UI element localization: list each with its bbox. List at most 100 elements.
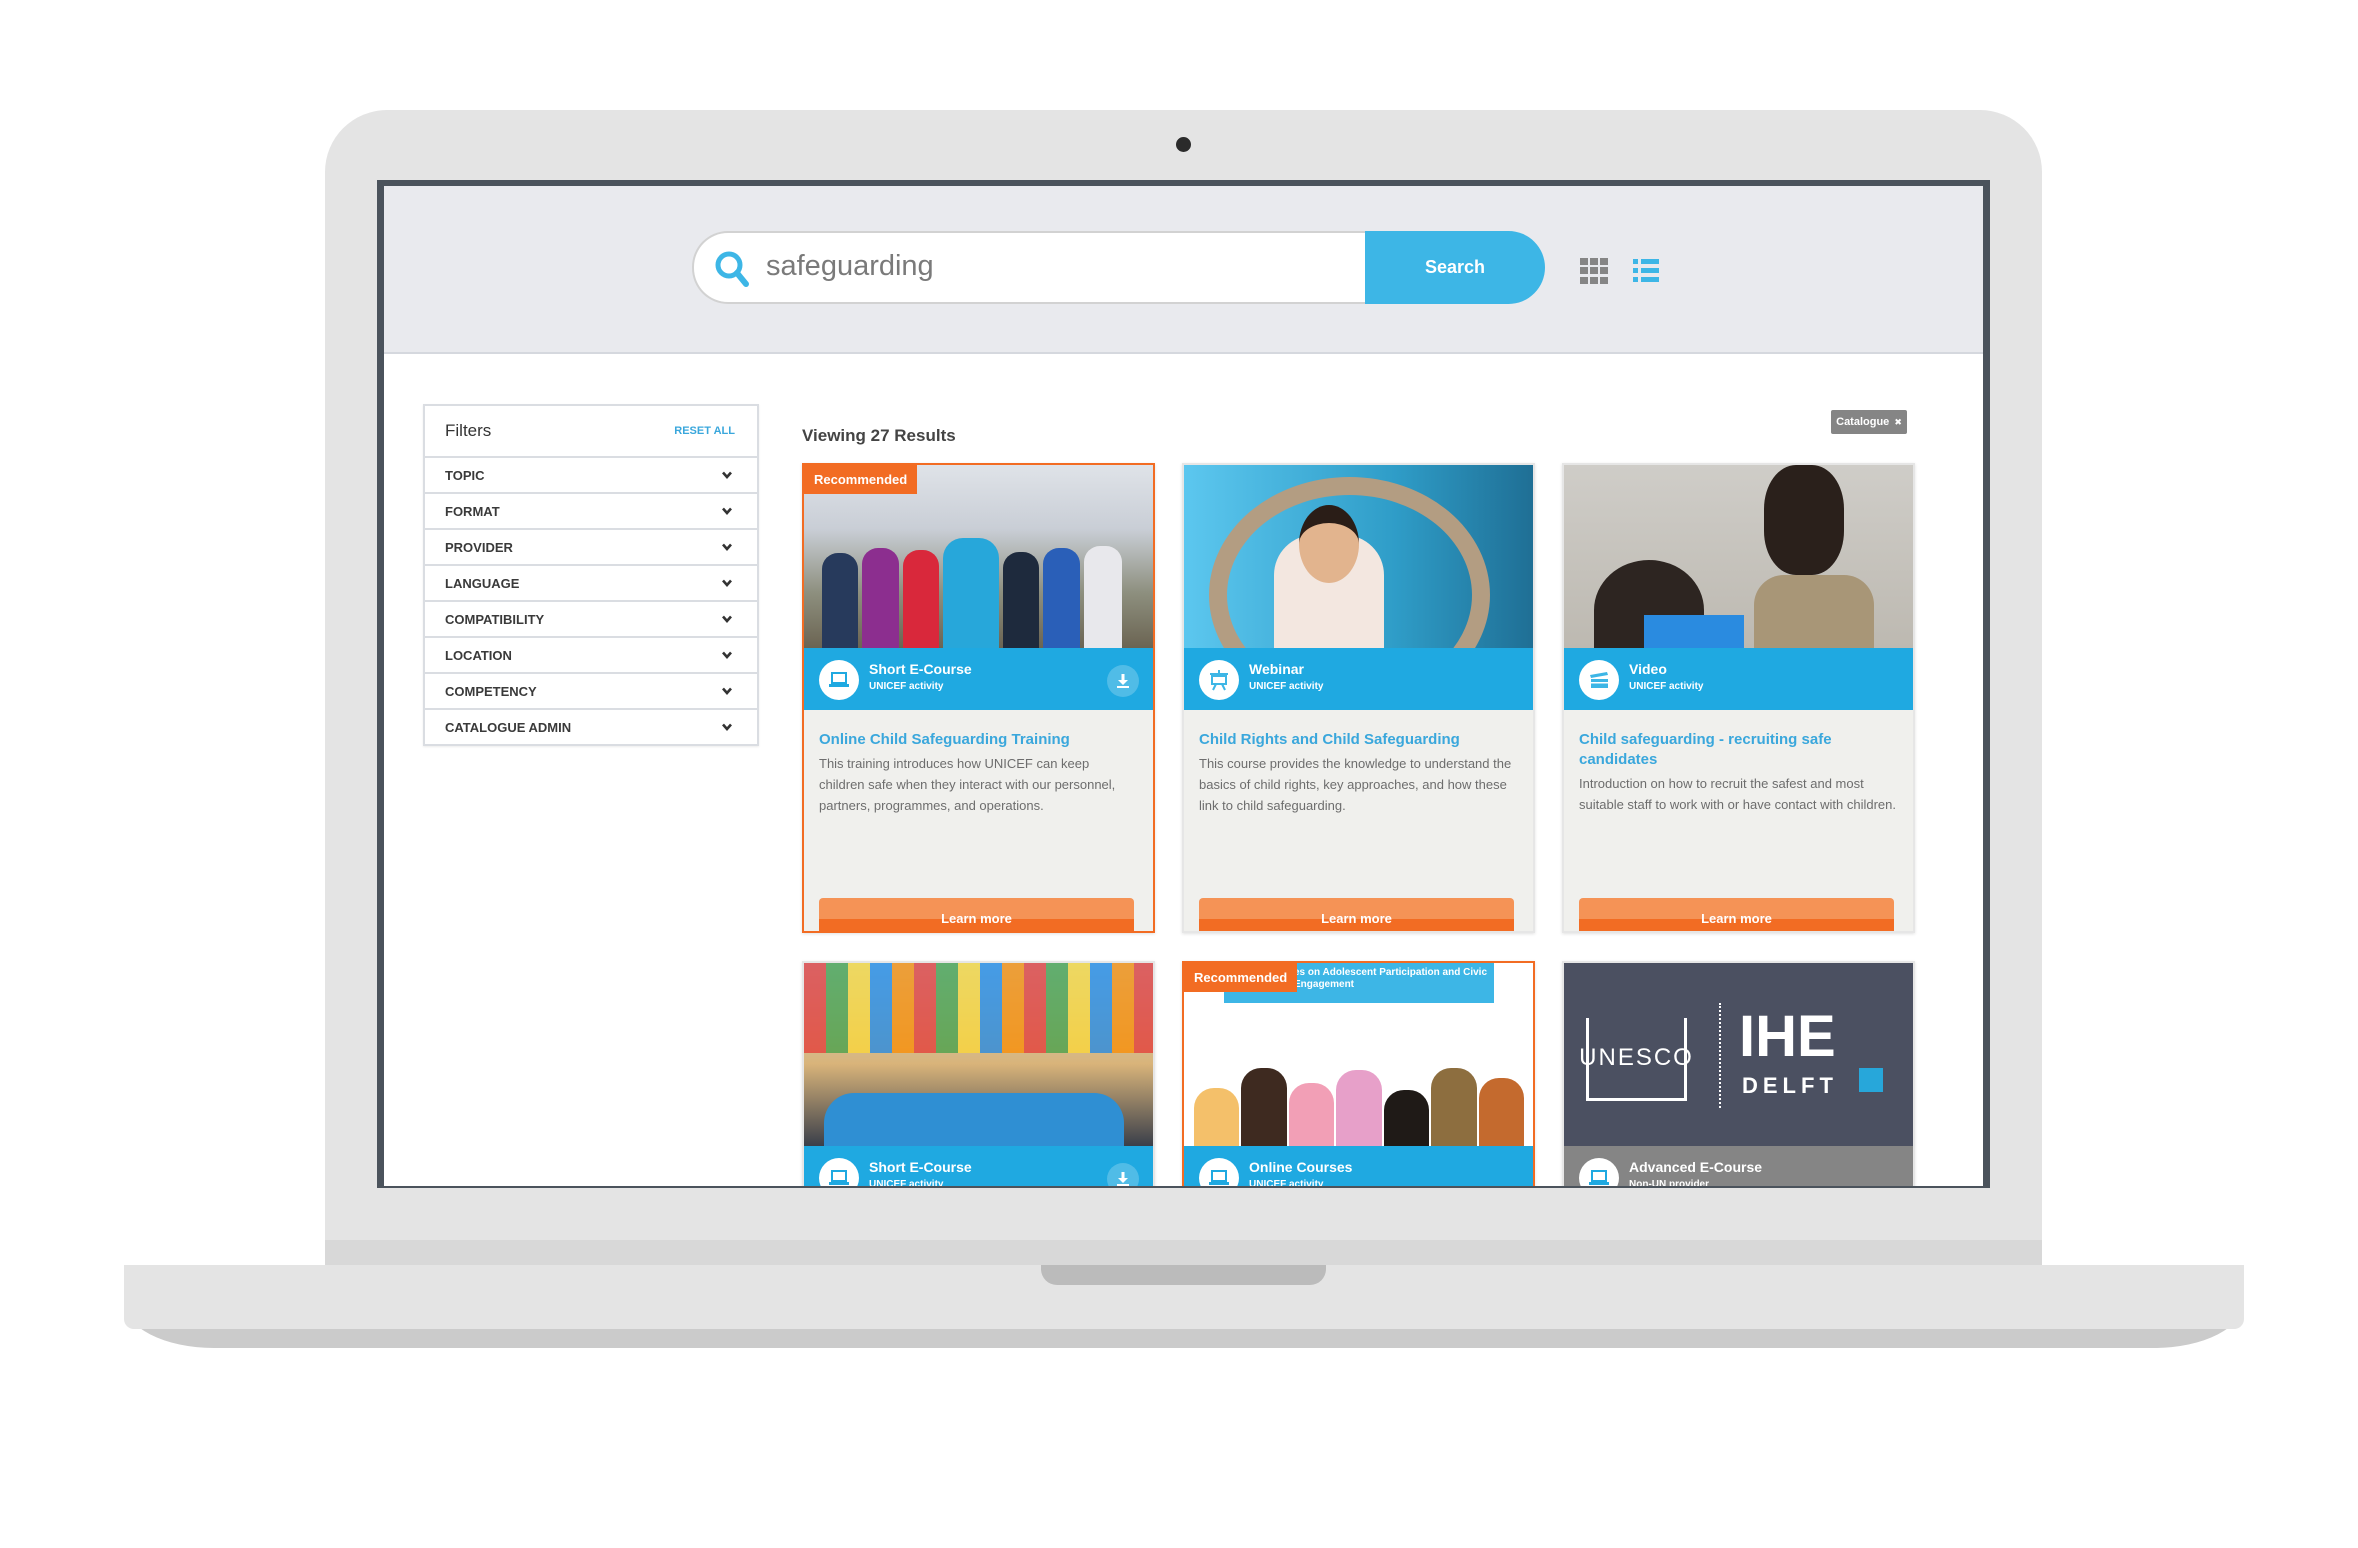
presentation-board-icon xyxy=(1199,660,1239,700)
course-card[interactable]: Webinar UNICEF activity Child Rights and… xyxy=(1182,463,1535,933)
format-label: Short E-Course xyxy=(869,1159,972,1175)
filter-label: PROVIDER xyxy=(445,540,513,555)
badge-label: Catalogue xyxy=(1836,416,1890,428)
course-description: This course provides the knowledge to un… xyxy=(1199,756,1512,813)
course-description: This training introduces how UNICEF can … xyxy=(819,756,1116,813)
card-body: Child safeguarding - recruiting safe can… xyxy=(1564,710,1913,931)
chevron-down-icon xyxy=(722,543,732,551)
learn-more-button[interactable]: Learn more xyxy=(819,898,1134,931)
provider-label: UNICEF activity xyxy=(869,1179,944,1186)
format-strip: Online Courses UNICEF activity xyxy=(1184,1146,1533,1186)
format-strip: Short E-Course UNICEF activity xyxy=(804,648,1153,710)
course-title[interactable]: Online Child Safeguarding Training xyxy=(819,730,1138,750)
course-description: Introduction on how to recruit the safes… xyxy=(1579,776,1896,812)
chevron-down-icon xyxy=(722,471,732,479)
filter-compatibility[interactable]: COMPATIBILITY xyxy=(425,602,757,638)
laptop-icon xyxy=(1579,1158,1619,1186)
course-card[interactable]: Recommended Short E-Course UNICEF activi… xyxy=(802,463,1155,933)
card-body: Child Rights and Child Safeguarding This… xyxy=(1184,710,1533,931)
format-strip: Video UNICEF activity xyxy=(1564,648,1913,710)
chevron-down-icon xyxy=(722,615,732,623)
delft-text: DELFT xyxy=(1742,1073,1838,1098)
format-label: Webinar xyxy=(1249,661,1304,677)
filters-header: Filters RESET ALL xyxy=(425,406,757,458)
results-count: Viewing 27 Results xyxy=(802,426,956,445)
provider-label: UNICEF activity xyxy=(869,681,944,692)
course-card[interactable]: Short E-Course UNICEF activity xyxy=(802,961,1155,1186)
course-card[interactable]: UNESCO IHE DELFT Advanced E-Course Non-U… xyxy=(1562,961,1915,1186)
search-input[interactable]: safeguarding xyxy=(692,231,1367,304)
course-title[interactable]: Child Rights and Child Safeguarding xyxy=(1199,730,1518,750)
format-label: Short E-Course xyxy=(869,661,972,677)
laptop-icon xyxy=(819,660,859,700)
filters-panel: Filters RESET ALL TOPIC FORMAT PROVIDER … xyxy=(423,404,759,746)
search-header: safeguarding Search xyxy=(384,186,1983,354)
chevron-down-icon xyxy=(722,651,732,659)
unesco-logo: UNESCO xyxy=(1579,1018,1692,1101)
filter-label: CATALOGUE ADMIN xyxy=(445,720,572,735)
laptop-icon xyxy=(1199,1158,1239,1186)
chevron-down-icon xyxy=(722,579,732,587)
filter-label: COMPETENCY xyxy=(445,684,537,699)
course-card[interactable]: Video UNICEF activity Child safeguarding… xyxy=(1562,463,1915,933)
umbrella-street-unicef-volunteers-photo[interactable] xyxy=(804,963,1153,1146)
chevron-down-icon xyxy=(722,507,732,515)
filters-title: Filters xyxy=(445,421,492,440)
man-and-boy-high-five-photo[interactable] xyxy=(1564,465,1913,648)
filter-format[interactable]: FORMAT xyxy=(425,494,757,530)
search-bar: safeguarding Search xyxy=(692,231,1545,304)
format-strip: Advanced E-Course Non-UN provider xyxy=(1564,1146,1913,1186)
laptop-icon xyxy=(819,1158,859,1186)
download-button[interactable] xyxy=(1107,665,1139,697)
child-in-play-tunnel-photo[interactable] xyxy=(1184,465,1533,648)
recommended-badge: Recommended xyxy=(804,465,918,494)
filter-topic[interactable]: TOPIC xyxy=(425,458,757,494)
format-label: Advanced E-Course xyxy=(1629,1159,1763,1175)
filter-label: TOPIC xyxy=(445,468,485,483)
filter-label: FORMAT xyxy=(445,504,500,519)
filter-catalogue-admin[interactable]: CATALOGUE ADMIN xyxy=(425,710,757,744)
provider-label: Non-UN provider xyxy=(1629,1179,1709,1186)
search-button[interactable]: Search xyxy=(1365,231,1545,304)
search-query: safeguarding xyxy=(766,250,934,282)
chevron-down-icon xyxy=(722,723,732,731)
clapperboard-icon xyxy=(1579,660,1619,700)
reset-all-link[interactable]: RESET ALL xyxy=(674,425,735,437)
course-title[interactable]: Child safeguarding - recruiting safe can… xyxy=(1579,730,1898,770)
filter-label: LOCATION xyxy=(445,648,512,663)
filter-provider[interactable]: PROVIDER xyxy=(425,530,757,566)
course-card[interactable]: es on Adolescent Participation and Civic… xyxy=(1182,961,1535,1186)
ihe-text: IHE xyxy=(1739,1004,1836,1069)
filter-language[interactable]: LANGUAGE xyxy=(425,566,757,602)
format-strip: Short E-Course UNICEF activity xyxy=(804,1146,1153,1186)
filter-label: COMPATIBILITY xyxy=(445,612,545,627)
format-label: Online Courses xyxy=(1249,1159,1353,1175)
illustration-caption: es on Adolescent Participation and Civic… xyxy=(1294,967,1488,990)
format-strip: Webinar UNICEF activity xyxy=(1184,648,1533,710)
recommended-badge: Recommended xyxy=(1184,963,1298,992)
close-icon[interactable]: ✖ xyxy=(1894,417,1902,428)
download-button[interactable] xyxy=(1107,1163,1139,1186)
laptop-notch xyxy=(1041,1265,1326,1285)
provider-label: UNICEF activity xyxy=(1249,681,1324,692)
download-icon xyxy=(1117,674,1129,688)
provider-label: UNICEF activity xyxy=(1249,1179,1324,1186)
filter-competency[interactable]: COMPETENCY xyxy=(425,674,757,710)
format-label: Video xyxy=(1629,661,1667,677)
provider-label: UNICEF activity xyxy=(1629,681,1704,692)
active-filter-badge[interactable]: Catalogue ✖ xyxy=(1831,410,1907,434)
learn-more-button[interactable]: Learn more xyxy=(1199,898,1514,931)
unesco-ihe-delft-logo[interactable]: UNESCO IHE DELFT xyxy=(1564,963,1913,1146)
grid-view-icon[interactable] xyxy=(1580,258,1608,284)
search-icon xyxy=(715,251,749,287)
children-with-unicef-staff-photo[interactable]: Recommended xyxy=(804,465,1153,648)
screen: safeguarding Search Filters RESET ALL TO… xyxy=(384,186,1983,1186)
list-view-icon[interactable] xyxy=(1633,258,1661,284)
filter-location[interactable]: LOCATION xyxy=(425,638,757,674)
filter-label: LANGUAGE xyxy=(445,576,520,591)
card-body: Online Child Safeguarding Training This … xyxy=(804,710,1153,931)
download-icon xyxy=(1117,1172,1129,1186)
learn-more-button[interactable]: Learn more xyxy=(1579,898,1894,931)
adolescent-participation-illustration[interactable]: es on Adolescent Participation and Civic… xyxy=(1184,963,1533,1146)
chevron-down-icon xyxy=(722,687,732,695)
